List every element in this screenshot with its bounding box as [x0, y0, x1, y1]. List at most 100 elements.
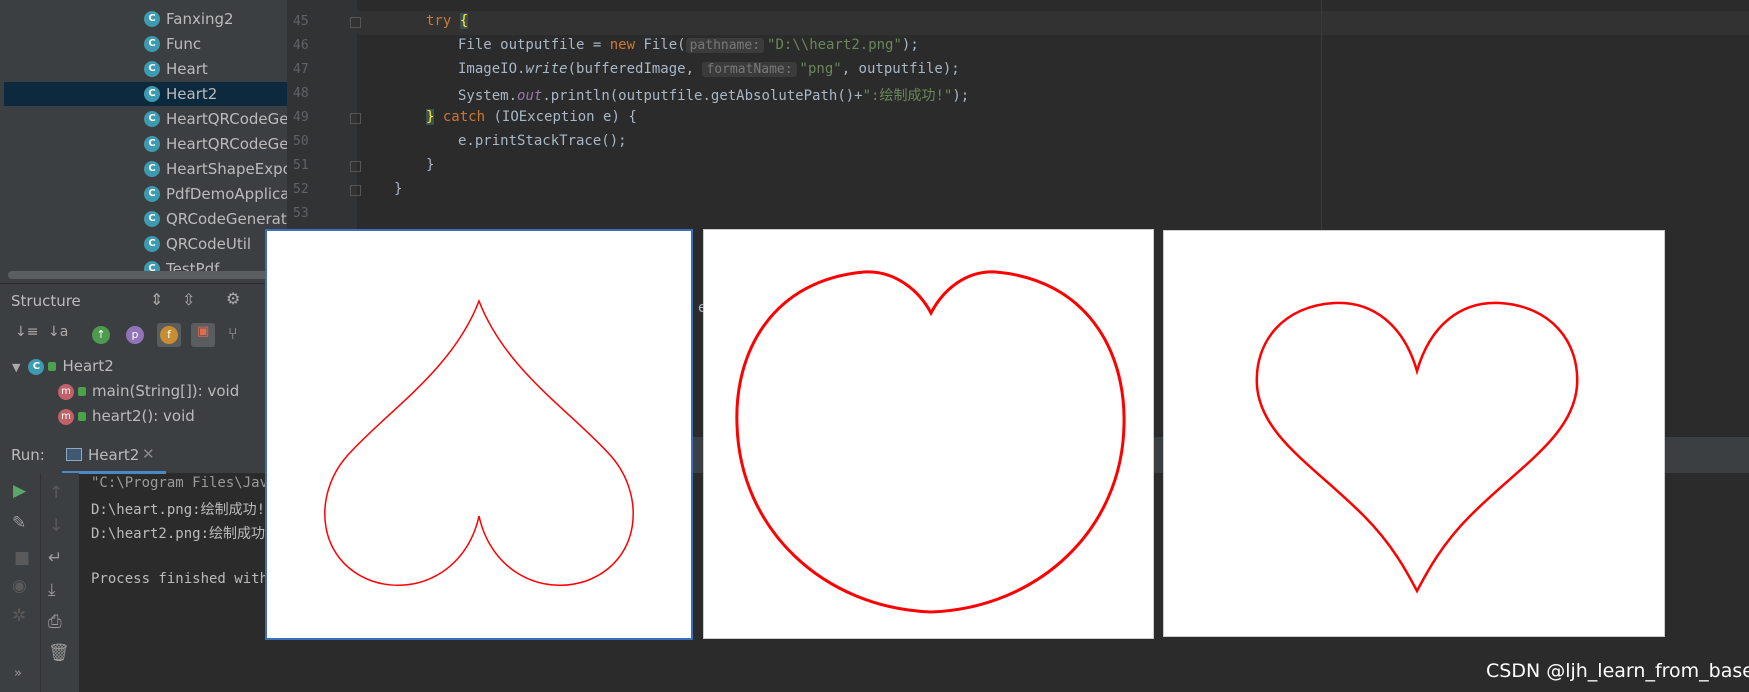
lock-icon: ▣: [197, 324, 210, 339]
lock-icon: [78, 387, 86, 396]
parameter-hint: pathname:: [685, 38, 765, 53]
class-icon: C: [144, 111, 160, 127]
structure-panel: Structure ⇕ ⇳ ⚙ ↓≡ ↓a ↑ p f ▣ ⑂ ▼ C Heart2…: [0, 283, 287, 438]
code-line-46: File outputfile = new File(pathname: "D:\…: [458, 37, 919, 53]
up-arrow-icon[interactable]: ↑: [49, 483, 63, 503]
camera-icon[interactable]: ◉: [12, 576, 27, 596]
method-icon: m: [58, 383, 74, 400]
project-tree: C Fanxing2 C Func C Heart C Heart2 C Hea…: [0, 0, 287, 283]
tree-item-heart[interactable]: C Heart: [144, 57, 287, 81]
down-arrow-icon[interactable]: ↓: [49, 516, 63, 536]
classic-heart-image: [1255, 301, 1579, 594]
line-number: 51: [293, 158, 309, 173]
scroll-to-end-icon[interactable]: ⤓: [48, 580, 56, 600]
structure-member-main[interactable]: m main(String[]): void: [58, 382, 239, 400]
line-number: 52: [293, 182, 309, 197]
run-label: Run:: [11, 446, 45, 464]
settings-icon[interactable]: ✲: [12, 606, 26, 626]
expand-all-icon[interactable]: ⇕: [150, 290, 163, 309]
tree-item-pdfdemoapplication[interactable]: C PdfDemoApplicati: [144, 182, 287, 206]
heart-image-window-1[interactable]: [265, 229, 693, 640]
code-line-51: }: [426, 157, 435, 173]
lock-icon: [48, 362, 57, 371]
line-number: 46: [293, 38, 309, 53]
soft-wrap-icon[interactable]: ↵: [48, 548, 62, 568]
tree-item-heartshapeexport[interactable]: C HeartShapeExport: [144, 157, 287, 181]
trash-icon[interactable]: 🗑: [48, 643, 70, 663]
sort-visibility-icon[interactable]: ↓≡: [15, 324, 38, 340]
class-icon: C: [144, 161, 160, 177]
code-line-52: }: [394, 181, 403, 197]
class-icon: C: [144, 86, 160, 102]
show-inherited-icon[interactable]: ↑: [92, 326, 110, 344]
class-icon: C: [144, 236, 160, 252]
tree-item-fanxing2[interactable]: C Fanxing2: [144, 7, 287, 31]
fold-marker-icon[interactable]: [350, 185, 361, 196]
run-toolbar: ▶ ✎ ■ ◉ ✲ »: [0, 473, 40, 692]
tree-item-func[interactable]: C Func: [144, 32, 287, 56]
inverted-heart-image: [324, 298, 634, 586]
tree-item-heartqrcodegenerator-2[interactable]: C HeartQRCodeGene: [144, 132, 287, 156]
structure-title: Structure: [11, 292, 81, 310]
line-number: 53: [293, 206, 309, 221]
run-tab-label: Heart2: [88, 446, 140, 464]
horizontal-scrollbar[interactable]: [8, 271, 284, 279]
stop-icon[interactable]: ■: [14, 548, 30, 568]
sort-alpha-icon[interactable]: ↓a: [48, 324, 68, 340]
fields-icon: f: [160, 326, 178, 344]
fold-marker-icon[interactable]: [350, 113, 361, 124]
print-icon[interactable]: ⎙: [48, 612, 62, 632]
inverted-heart-curve: [324, 298, 634, 586]
gear-icon[interactable]: ⚙: [226, 289, 240, 308]
wrench-icon[interactable]: ✎: [12, 513, 26, 533]
structure-root[interactable]: ▼ C Heart2: [12, 357, 114, 375]
class-icon: C: [144, 61, 160, 77]
chevron-down-icon[interactable]: ▼: [12, 361, 20, 374]
method-icon: m: [58, 408, 74, 425]
cardioid-heart-curve: [735, 270, 1126, 614]
hierarchy-icon[interactable]: ⑂: [228, 324, 238, 343]
line-number: 49: [293, 110, 309, 125]
line-number: 50: [293, 134, 309, 149]
class-icon: C: [144, 11, 160, 27]
close-icon[interactable]: ✕: [142, 445, 155, 463]
structure-member-heart2[interactable]: m heart2(): void: [58, 407, 195, 425]
rerun-icon[interactable]: ▶: [13, 481, 26, 501]
console-line: Process finished with: [91, 571, 269, 587]
console-line: D:\heart.png:绘制成功!: [91, 502, 266, 518]
heart-image-window-2[interactable]: [703, 229, 1154, 639]
heart-image-window-3[interactable]: [1163, 230, 1665, 637]
fold-marker-icon[interactable]: [350, 161, 361, 172]
more-icon[interactable]: »: [14, 666, 22, 681]
show-properties-icon[interactable]: p: [126, 326, 144, 344]
console-line: "C:\Program Files\Java: [91, 475, 277, 491]
fold-marker-icon[interactable]: [350, 17, 361, 28]
line-number: 45: [293, 14, 309, 29]
current-line-highlight: [287, 11, 1749, 35]
parameter-hint: formatName:: [702, 62, 797, 77]
watermark: CSDN @ljh_learn_from_base: [1486, 660, 1749, 682]
code-line-45: try {: [426, 13, 469, 29]
console-icon: [66, 448, 82, 461]
code-line-49: } catch (IOException e) {: [426, 109, 637, 125]
cardioid-heart-image: [735, 270, 1126, 614]
classic-heart-curve: [1255, 301, 1579, 594]
class-icon: C: [144, 186, 160, 202]
code-line-47: ImageIO.write(bufferedImage, formatName:…: [458, 61, 960, 77]
class-icon: C: [144, 136, 160, 152]
class-icon: C: [144, 36, 160, 52]
lock-icon: [78, 412, 86, 421]
console-line: D:\heart2.png:绘制成功!: [91, 526, 274, 542]
tree-item-qrcodegenerator[interactable]: C QRCodeGenerator: [144, 207, 287, 231]
class-icon: C: [28, 358, 45, 375]
code-line-48: System.out.println(outputfile.getAbsolut…: [458, 88, 970, 104]
line-number: 47: [293, 62, 309, 77]
line-number: 48: [293, 86, 309, 101]
collapse-all-icon[interactable]: ⇳: [182, 290, 195, 309]
run-tab-heart2[interactable]: Heart2 ✕: [62, 437, 166, 474]
tree-item-heart2[interactable]: C Heart2: [4, 82, 287, 106]
console-toolbar: ↑ ↓ ↵ ⤓ ⎙ 🗑: [40, 473, 79, 692]
tree-item-heartqrcodegenerator[interactable]: C HeartQRCodeGene: [144, 107, 287, 131]
class-icon: C: [144, 211, 160, 227]
code-line-50: e.printStackTrace();: [458, 133, 627, 149]
